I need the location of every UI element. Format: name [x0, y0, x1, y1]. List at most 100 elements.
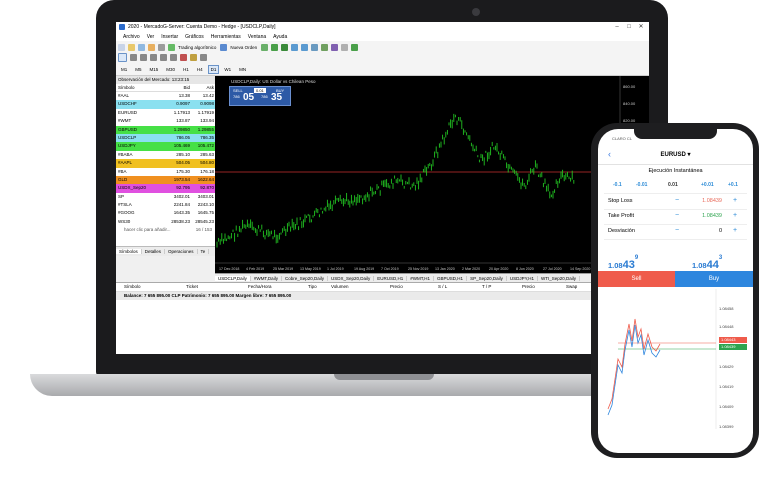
- menu-ayuda[interactable]: Ayuda: [273, 34, 287, 40]
- col-sl[interactable]: S / L: [438, 283, 447, 291]
- stop-loss-minus-icon[interactable]: −: [675, 197, 679, 204]
- take-profit-plus-icon[interactable]: +: [733, 212, 737, 219]
- zoom-in-icon[interactable]: [291, 43, 299, 51]
- chart-tab[interactable]: WTI_Sep20,Daily: [538, 276, 581, 281]
- tile-windows-icon[interactable]: [311, 43, 319, 51]
- market-watch-row[interactable]: GBPUSD 1.29850 1.29855: [116, 125, 215, 134]
- tab-operaciones[interactable]: Operaciones: [165, 249, 198, 254]
- tf-d1[interactable]: D1: [207, 64, 220, 74]
- fibonacci-icon[interactable]: [180, 53, 187, 61]
- market-watch-row[interactable]: #BABA 285.10 285.63: [116, 150, 215, 160]
- deviation-plus-icon[interactable]: +: [733, 227, 737, 234]
- profiles-icon[interactable]: [138, 43, 145, 51]
- market-watch-row[interactable]: USDJPY 105.469 105.472: [116, 142, 215, 151]
- tab-te[interactable]: Te: [198, 249, 210, 254]
- col-volume[interactable]: Volumen: [331, 283, 349, 291]
- tf-mn[interactable]: MN: [236, 65, 249, 74]
- col-tp[interactable]: T / P: [482, 283, 491, 291]
- new-order-button[interactable]: Nueva Orden: [230, 45, 257, 50]
- step-plus-0-1[interactable]: +0.1: [728, 182, 738, 188]
- tf-h1[interactable]: H1: [180, 65, 192, 74]
- chart-tab[interactable]: #WMT,H1: [407, 276, 435, 281]
- close-icon[interactable]: ✕: [635, 22, 647, 32]
- step-minus-0-01[interactable]: -0.01: [636, 182, 647, 188]
- zoom-out-icon[interactable]: [301, 43, 309, 51]
- line-chart-icon[interactable]: [281, 43, 289, 51]
- market-watch-row[interactable]: #AAL 13.38 13.42: [116, 92, 215, 101]
- crosshair-icon[interactable]: [130, 53, 137, 61]
- deviation-value[interactable]: 0: [682, 228, 722, 234]
- text-tool-icon[interactable]: [190, 53, 197, 61]
- autoscroll-icon[interactable]: [321, 43, 329, 51]
- tf-m5[interactable]: M5: [132, 65, 144, 74]
- mobile-sell-button[interactable]: Sell: [598, 271, 675, 287]
- tab-simbolos[interactable]: Símbolos: [116, 249, 142, 254]
- col-term-symbol[interactable]: Símbolo: [124, 283, 141, 291]
- market-watch-row[interactable]: USDCLP 786.05 786.35: [116, 133, 215, 143]
- menu-insertar[interactable]: Insertar: [161, 34, 178, 40]
- tf-m1[interactable]: M1: [118, 65, 130, 74]
- indicators-icon[interactable]: [331, 43, 339, 51]
- market-watch-row[interactable]: #WMT 133.87 133.94: [116, 117, 215, 126]
- col-swap[interactable]: Swap: [566, 283, 577, 291]
- col-bid[interactable]: Bid: [165, 84, 190, 91]
- market-watch-row[interactable]: GLD 1973.54 1622.64: [116, 175, 215, 185]
- mobile-buy-button[interactable]: Buy: [675, 271, 753, 287]
- chart-tab[interactable]: GBPUSD,H1: [434, 276, 468, 281]
- menu-graficos[interactable]: Gráficos: [185, 34, 204, 40]
- data-window-icon[interactable]: [158, 43, 165, 51]
- col-price-current[interactable]: Precio: [522, 283, 535, 291]
- menu-ver[interactable]: Ver: [147, 34, 155, 40]
- symbol-selector[interactable]: EURUSD ▾: [598, 151, 753, 158]
- chart-tab[interactable]: Cobre_Sep20,Daily: [282, 276, 328, 281]
- navigator-icon[interactable]: [148, 43, 155, 51]
- new-order-icon[interactable]: [220, 43, 228, 51]
- shapes-icon[interactable]: [200, 53, 207, 61]
- tf-m15[interactable]: M15: [147, 65, 162, 74]
- take-profit-minus-icon[interactable]: −: [675, 212, 679, 219]
- market-watch-row[interactable]: WS30 28538.23 28545.23: [116, 217, 215, 227]
- algo-trading-icon[interactable]: [168, 43, 175, 51]
- maximize-icon[interactable]: □: [623, 22, 635, 32]
- candles-icon[interactable]: [271, 43, 279, 51]
- algo-trading-button[interactable]: Trading algorítmico: [178, 45, 216, 50]
- horizontal-line-icon[interactable]: [150, 53, 157, 61]
- stop-loss-plus-icon[interactable]: +: [733, 197, 737, 204]
- vertical-line-icon[interactable]: [140, 53, 147, 61]
- chart-tab[interactable]: USDX_Sep20,Daily: [328, 276, 375, 281]
- tf-h4[interactable]: H4: [194, 65, 206, 74]
- new-chart-icon[interactable]: [118, 43, 125, 51]
- take-profit-value[interactable]: 1.08439: [682, 213, 722, 219]
- cursor-icon[interactable]: [118, 52, 127, 62]
- step-minus-0-1[interactable]: -0.1: [613, 182, 622, 188]
- bar-chart-icon[interactable]: [261, 43, 269, 51]
- templates-icon[interactable]: [341, 43, 349, 51]
- market-watch-row[interactable]: USDX_Sep20 92.795 92.870: [116, 184, 215, 193]
- add-symbol-hint[interactable]: hacer clic para añadir... 16 / 153: [116, 226, 215, 234]
- stop-loss-value[interactable]: 1.08439: [682, 198, 722, 204]
- step-plus-0-01[interactable]: +0.01: [701, 182, 714, 188]
- deviation-minus-icon[interactable]: −: [675, 227, 679, 234]
- chart-tab[interactable]: USDJPY,H1: [507, 276, 539, 281]
- trendline-icon[interactable]: [160, 53, 167, 61]
- menu-archivo[interactable]: Archivo: [123, 34, 140, 40]
- market-watch-row[interactable]: USDCHF 0.9097 0.9098: [116, 100, 215, 109]
- sell-button[interactable]: SELL: [233, 88, 243, 93]
- market-watch-row[interactable]: EURUSD 1.17913 1.17919: [116, 108, 215, 118]
- col-ticket[interactable]: Ticket: [186, 283, 198, 291]
- minimize-icon[interactable]: –: [611, 22, 623, 32]
- chart-tab[interactable]: SP_Sep20,Daily: [467, 276, 507, 281]
- market-watch-row[interactable]: #BA 175.30 176.18: [116, 167, 215, 176]
- chart-tab[interactable]: #WMT,Daily: [251, 276, 282, 281]
- market-watch-row[interactable]: SP 3402.01 3403.01: [116, 192, 215, 202]
- channel-icon[interactable]: [170, 53, 177, 61]
- col-ask[interactable]: Ask: [190, 84, 215, 91]
- open-folder-icon[interactable]: [128, 43, 135, 51]
- col-price[interactable]: Precio: [390, 283, 403, 291]
- add-symbol-text[interactable]: hacer clic para añadir...: [124, 227, 171, 232]
- chart-tab[interactable]: EURUSD,H1: [374, 276, 408, 281]
- menu-herramientas[interactable]: Herramientas: [211, 34, 241, 40]
- market-watch-row[interactable]: #AAPL 504.05 504.80: [116, 159, 215, 168]
- price-chart[interactable]: 860.00840.00820.00800.00780.00760.00740.…: [215, 76, 649, 273]
- lot-input[interactable]: 0.01: [254, 88, 266, 93]
